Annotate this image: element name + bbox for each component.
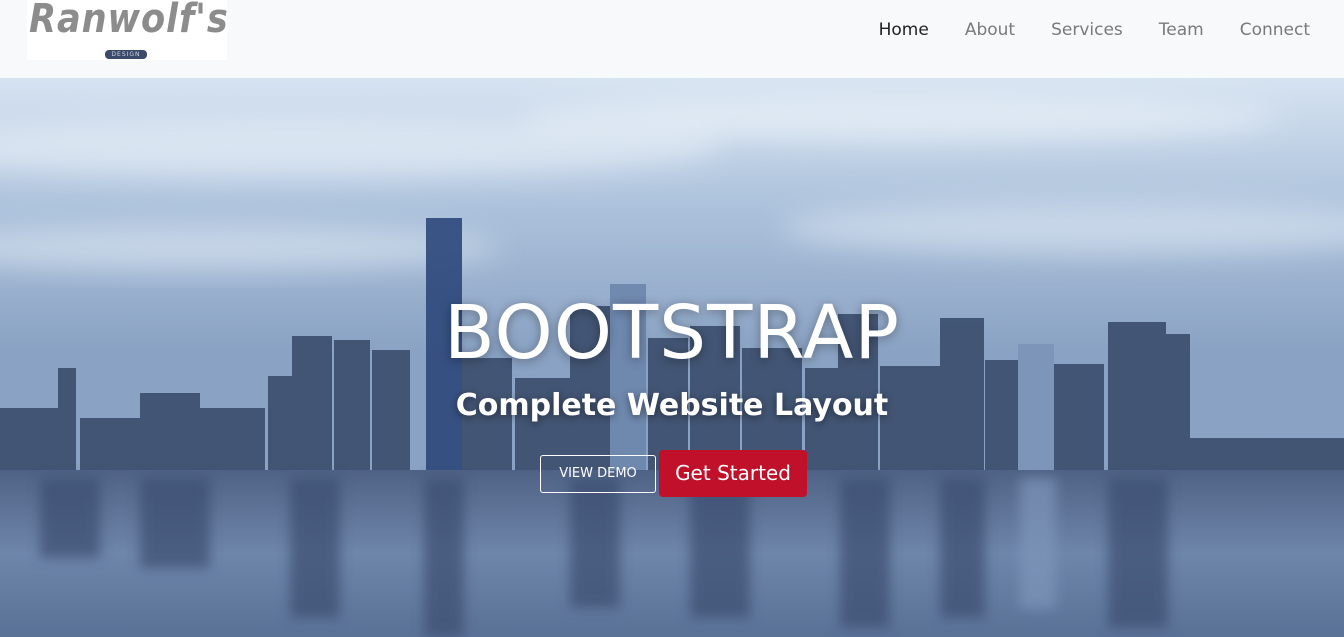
nav-link-about[interactable]: About (965, 18, 1015, 42)
brand-logo-subtext: DESIGN (105, 50, 147, 59)
nav-link-home[interactable]: Home (879, 18, 929, 42)
nav-links: Home About Services Team Connect (843, 18, 1310, 42)
nav-link-team[interactable]: Team (1159, 18, 1204, 42)
hero-content: BOOTSTRAP Complete Website Layout VIEW D… (0, 78, 1344, 637)
hero-section: BOOTSTRAP Complete Website Layout VIEW D… (0, 78, 1344, 637)
view-demo-button[interactable]: VIEW DEMO (540, 455, 656, 493)
hero-subtitle: Complete Website Layout (455, 388, 889, 423)
nav-link-connect[interactable]: Connect (1240, 18, 1310, 42)
get-started-button[interactable]: Get Started (659, 450, 807, 497)
brand-logo-text: Ranwolf's (29, 0, 227, 42)
hero-title: BOOTSTRAP (444, 290, 900, 376)
top-navbar: Ranwolf's DESIGN Home About Services Tea… (0, 0, 1344, 78)
brand-logo[interactable]: Ranwolf's DESIGN (27, 0, 227, 60)
nav-link-services[interactable]: Services (1051, 18, 1123, 42)
